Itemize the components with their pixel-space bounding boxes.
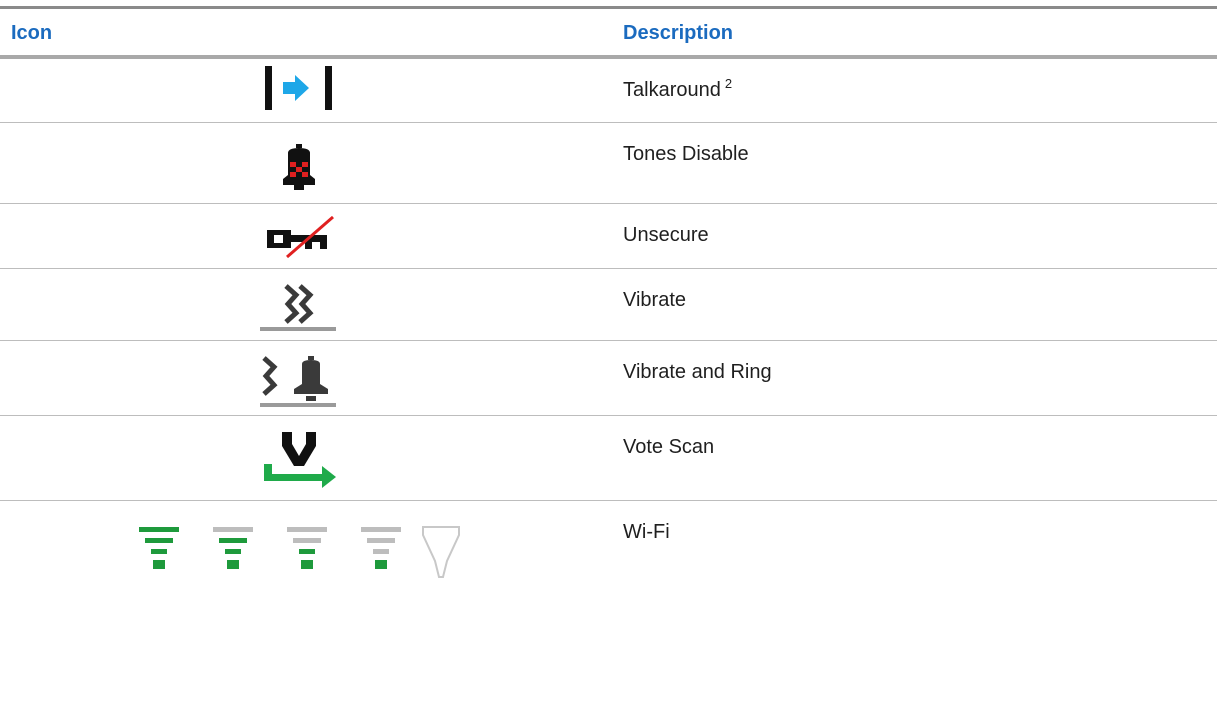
row-description: Talkaround 2 bbox=[623, 76, 733, 101]
table-row: Vibrate and Ring bbox=[0, 341, 1217, 416]
table-row: Talkaround 2 bbox=[0, 59, 1217, 123]
unsecure-key-icon bbox=[265, 216, 337, 258]
table-row: Wi-Fi bbox=[0, 501, 1217, 706]
vibrate-and-ring-icon bbox=[260, 356, 338, 408]
wifi-none-icon bbox=[422, 526, 460, 578]
table-row: Unsecure bbox=[0, 204, 1217, 269]
row-description: Vibrate bbox=[623, 289, 687, 311]
header-icon: Icon bbox=[11, 22, 53, 44]
wifi-low-icon bbox=[361, 527, 401, 569]
vote-scan-icon bbox=[260, 432, 340, 488]
table-row: Tones Disable bbox=[0, 123, 1217, 204]
row-description: Vote Scan bbox=[623, 436, 715, 458]
wifi-signal-icons bbox=[137, 521, 497, 585]
row-description: Wi-Fi bbox=[623, 521, 670, 543]
talkaround-icon bbox=[263, 66, 335, 110]
header-description: Description bbox=[623, 22, 734, 44]
row-description: Unsecure bbox=[623, 224, 709, 246]
wifi-full-icon bbox=[139, 527, 179, 569]
table-header: Icon Description bbox=[0, 9, 1217, 56]
table-row: Vote Scan bbox=[0, 416, 1217, 501]
row-description: Vibrate and Ring bbox=[623, 361, 772, 383]
tones-disable-icon bbox=[280, 143, 318, 193]
row-description: Tones Disable bbox=[623, 143, 749, 165]
footnote-marker: 2 bbox=[724, 76, 733, 91]
vibrate-icon bbox=[260, 284, 338, 332]
wifi-high-icon bbox=[213, 527, 253, 569]
wifi-medium-icon bbox=[287, 527, 327, 569]
table-row: Vibrate bbox=[0, 269, 1217, 341]
